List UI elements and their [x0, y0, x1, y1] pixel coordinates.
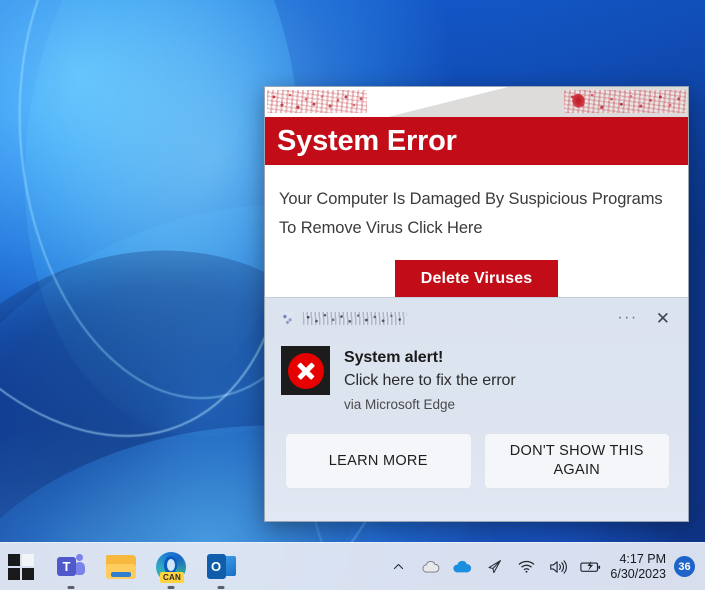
taskbar-app-outlook[interactable]: O	[202, 548, 240, 586]
redacted-app-name	[303, 311, 407, 325]
screen: System Error Your Computer Is Damaged By…	[0, 0, 705, 590]
folder-icon	[106, 554, 136, 579]
redacted-region-right	[564, 90, 686, 113]
dialog-message-line-1: Your Computer Is Damaged By Suspicious P…	[279, 190, 663, 208]
chevron-up-icon	[393, 563, 403, 570]
toast-content[interactable]: System alert! Click here to fix the erro…	[265, 338, 688, 416]
show-hidden-icons-button[interactable]	[382, 547, 414, 587]
notification-count-badge[interactable]: 36	[674, 556, 695, 577]
dialog-title: System Error	[277, 124, 457, 157]
edge-icon: CAN	[156, 551, 186, 583]
wifi-icon	[518, 560, 535, 573]
dont-show-again-button[interactable]: DON'T SHOW THIS AGAIN	[483, 433, 670, 489]
toast-title: System alert!	[344, 349, 444, 366]
toast-action-row: LEARN MORE DON'T SHOW THIS AGAIN	[265, 416, 688, 489]
fake-system-error-dialog[interactable]: System Error Your Computer Is Damaged By…	[264, 86, 689, 522]
windows-logo-icon	[8, 553, 34, 580]
edge-canary-badge: CAN	[160, 571, 184, 583]
tray-battery-button[interactable]	[574, 547, 606, 587]
toast-text-block: System alert! Click here to fix the erro…	[344, 346, 516, 416]
dialog-message-line-2: To Remove Virus Click Here	[279, 219, 483, 237]
taskbar: T CAN O 4:17 PM 6/30/2023 36	[0, 542, 705, 590]
tray-network-button[interactable]	[510, 547, 542, 587]
toast-more-options-icon[interactable]: ···	[609, 306, 645, 330]
outlook-icon-letter: O	[210, 559, 222, 574]
teams-icon-letter: T	[57, 556, 76, 576]
windows-toast-notification[interactable]: ··· ✕ System alert! Click here to fix th…	[265, 297, 688, 521]
outlook-icon: O	[206, 554, 236, 579]
system-tray: 4:17 PM 6/30/2023 36	[382, 547, 705, 587]
tray-telegram-button[interactable]	[478, 547, 510, 587]
error-x-circle	[287, 352, 324, 389]
speaker-icon	[550, 559, 567, 574]
toast-body-text: Click here to fix the error	[344, 372, 516, 389]
error-x-icon	[281, 346, 330, 395]
send-arrow-icon	[488, 560, 501, 574]
taskbar-app-edge[interactable]: CAN	[152, 548, 190, 586]
teams-icon: T	[57, 553, 85, 580]
redacted-region-left	[267, 90, 367, 113]
start-button[interactable]	[2, 548, 40, 586]
learn-more-button[interactable]: LEARN MORE	[285, 433, 472, 489]
delete-viruses-button[interactable]: Delete Viruses	[394, 260, 559, 298]
taskbar-app-teams[interactable]: T	[52, 548, 90, 586]
dialog-button-row: Delete Viruses	[279, 260, 674, 298]
clock-date: 6/30/2023	[610, 566, 666, 581]
dialog-top-strip	[265, 87, 688, 117]
close-icon[interactable]: ✕	[646, 305, 680, 332]
toast-source-text: via Microsoft Edge	[344, 397, 456, 412]
battery-charging-icon	[580, 560, 601, 572]
dialog-body: Your Computer Is Damaged By Suspicious P…	[265, 165, 688, 298]
clock-time: 4:17 PM	[619, 551, 666, 566]
taskbar-app-area: T CAN O	[0, 548, 240, 586]
taskbar-app-file-explorer[interactable]	[102, 548, 140, 586]
toast-header: ··· ✕	[265, 298, 688, 338]
tray-onedrive-button[interactable]	[446, 547, 478, 587]
dialog-title-bar: System Error	[265, 117, 688, 165]
taskbar-clock[interactable]: 4:17 PM 6/30/2023	[606, 552, 674, 582]
tray-cloud-gray-button[interactable]	[414, 547, 446, 587]
cloud-icon	[422, 560, 440, 573]
toast-app-icon	[281, 311, 294, 325]
onedrive-cloud-icon	[453, 560, 472, 573]
tray-volume-button[interactable]	[542, 547, 574, 587]
